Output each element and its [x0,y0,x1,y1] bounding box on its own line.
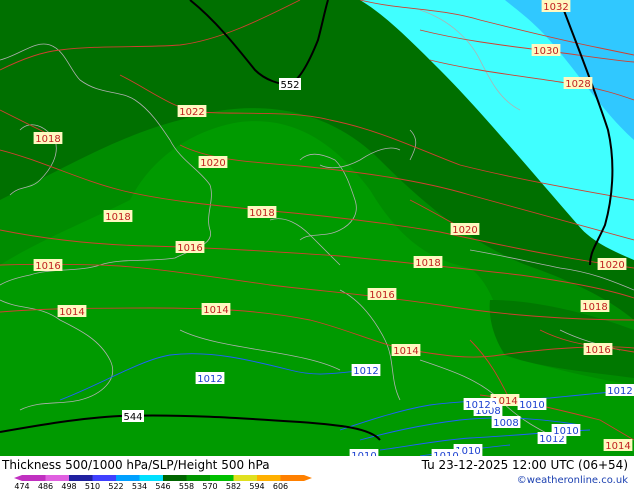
scale-tick-label: 570 [202,482,217,490]
map-title: Thickness 500/1000 hPa/SLP/Height 500 hP… [2,458,270,472]
isobar-label: 1022 [177,105,207,118]
scale-tick-label: 486 [38,482,53,490]
isobar-label: 1020 [597,258,627,271]
scale-swatch [210,475,234,481]
isobar-value: 1020 [599,260,624,271]
valid-time: Tu 23-12-2025 12:00 UTC (06+54) [421,458,628,472]
isobar-label: 1016 [175,241,205,254]
isobar-label: 1014 [57,305,87,318]
isobar-value: 1008 [493,418,518,429]
isobar-label: 1010 [551,424,581,437]
isobar-label: 1014 [603,439,633,452]
scale-swatch [92,475,116,481]
scale-tick-label: 594 [249,482,264,490]
isobar-label: 1030 [531,44,561,57]
scale-arrow-left [14,475,22,481]
scale-arrow-right [304,475,312,481]
isobar-value: 1010 [519,400,544,411]
scale-swatch [22,475,46,481]
scale-swatch [280,475,304,481]
isobar-label: 1008 [491,416,521,429]
isobar-label: 1012 [351,364,381,377]
scale-tick-label: 498 [61,482,76,490]
height-label: 552 [279,78,301,91]
isobar-value: 1010 [553,426,578,437]
isobar-value: 1012 [607,386,632,397]
isobar-value: 1018 [415,258,440,269]
weather-map: 552 544 1032 1030 1028 1022 1020 1020 1018 1018… [0,0,634,456]
isobar-value: 1032 [543,2,568,13]
isobar-value: 1012 [465,400,490,411]
isobar-value: 1016 [369,290,394,301]
isobar-value: 1014 [393,346,418,357]
scale-swatch [233,475,257,481]
svg-text:544: 544 [123,412,142,423]
scale-tick-label: 606 [273,482,288,490]
svg-text:552: 552 [280,80,299,91]
isobar-value: 1030 [533,46,558,57]
isobar-value: 1018 [35,134,60,145]
scale-tick-label: 522 [108,482,123,490]
isobar-value: 1016 [585,345,610,356]
isobar-value: 1016 [35,261,60,272]
isobar-label: 1016 [583,343,613,356]
isobar-label: 1032 [541,0,571,13]
isobar-label: 1018 [247,206,277,219]
isobar-label: 1020 [450,223,480,236]
isobar-label: 1018 [33,132,63,145]
isobar-label: 1016 [33,259,63,272]
scale-swatch [186,475,210,481]
isobar-value: 1020 [452,225,477,236]
scale-swatch [163,475,187,481]
isobar-label: 1010 [517,398,547,411]
site-credit[interactable]: ©weatheronline.co.uk [517,475,628,486]
isobar-label: 1012 [605,384,634,397]
scale-swatch [116,475,140,481]
thickness-legend: 474 486 498 510 522 534 546 558 570 582 594 606 [0,474,320,491]
isobar-value: 1018 [105,212,130,223]
scale-tick-label: 510 [85,482,100,490]
scale-tick-label: 546 [155,482,170,490]
isobar-label: 1020 [198,156,228,169]
height-label: 544 [122,410,144,423]
scale-tick-label: 474 [14,482,29,490]
isobar-value: 1014 [605,441,630,452]
isobar-value: 1012 [353,366,378,377]
scale-swatch [69,475,93,481]
isobar-label: 1014 [391,344,421,357]
scale-swatch [257,475,281,481]
isobar-value: 1014 [59,307,84,318]
scale-tick-label: 582 [226,482,241,490]
isobar-label: 1010 [349,449,379,456]
isobar-label: 1018 [580,300,610,313]
scale-tick-label: 534 [132,482,147,490]
isobar-label: 1010 [431,449,461,456]
isobar-label: 1028 [563,77,593,90]
scale-tick-label: 558 [179,482,194,490]
isobar-value: 1020 [200,158,225,169]
scale-swatch [139,475,163,481]
isobar-label: 1018 [413,256,443,269]
isobar-value: 1014 [203,305,228,316]
isobar-value: 1022 [179,107,204,118]
isobar-value: 1018 [249,208,274,219]
isobar-value: 1028 [565,79,590,90]
isobar-label: 1014 [201,303,231,316]
isobar-label: 1012 [463,398,493,411]
isobar-value: 1018 [582,302,607,313]
isobar-label: 1016 [367,288,397,301]
isobar-label: 1018 [103,210,133,223]
isobar-value: 1016 [177,243,202,254]
scale-swatch [45,475,69,481]
isobar-value: 1012 [197,374,222,385]
isobar-label: 1012 [195,372,225,385]
